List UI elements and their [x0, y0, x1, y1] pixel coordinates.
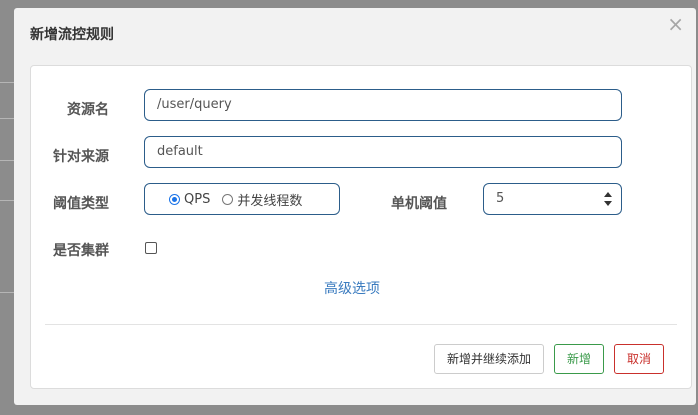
threshold-type-option-qps[interactable]: QPS [169, 192, 210, 207]
resource-name-input[interactable]: /user/query [144, 89, 622, 121]
cluster-mode-checkbox[interactable] [145, 242, 157, 254]
single-threshold-input[interactable]: 5 [483, 183, 622, 215]
add-and-continue-button[interactable]: 新增并继续添加 [434, 344, 544, 374]
threshold-type-option-label: QPS [184, 191, 211, 207]
radio-unselected-icon[interactable] [222, 193, 234, 205]
close-icon[interactable]: × [667, 14, 684, 34]
cancel-button[interactable]: 取消 [614, 344, 664, 374]
threshold-type-label: 阈值类型 [53, 196, 109, 212]
radio-selected-icon[interactable] [169, 193, 180, 205]
limit-app-label: 针对来源 [53, 149, 109, 165]
advanced-options-link[interactable]: 高级选项 [324, 278, 380, 298]
limit-app-input[interactable]: default [144, 136, 622, 168]
form-divider [45, 324, 677, 325]
single-threshold-value: 5 [496, 191, 505, 206]
rule-form-panel: 资源名 /user/query 针对来源 default 阈值类型 QPS 并发… [30, 65, 692, 389]
add-button[interactable]: 新增 [554, 344, 604, 374]
threshold-type-option-threads[interactable]: 并发线程数 [222, 190, 302, 209]
number-spinner-icon[interactable] [603, 192, 613, 206]
cluster-mode-label: 是否集群 [53, 243, 109, 259]
threshold-type-option-label: 并发线程数 [237, 193, 303, 209]
single-threshold-label: 单机阈值 [391, 196, 447, 212]
dialog-title: 新增流控规则 [30, 27, 114, 43]
resource-name-label: 资源名 [67, 102, 109, 118]
add-flow-rule-dialog: 新增流控规则 × 资源名 /user/query 针对来源 default 阈值… [14, 8, 696, 405]
threshold-type-radio-group: QPS 并发线程数 [144, 183, 340, 215]
